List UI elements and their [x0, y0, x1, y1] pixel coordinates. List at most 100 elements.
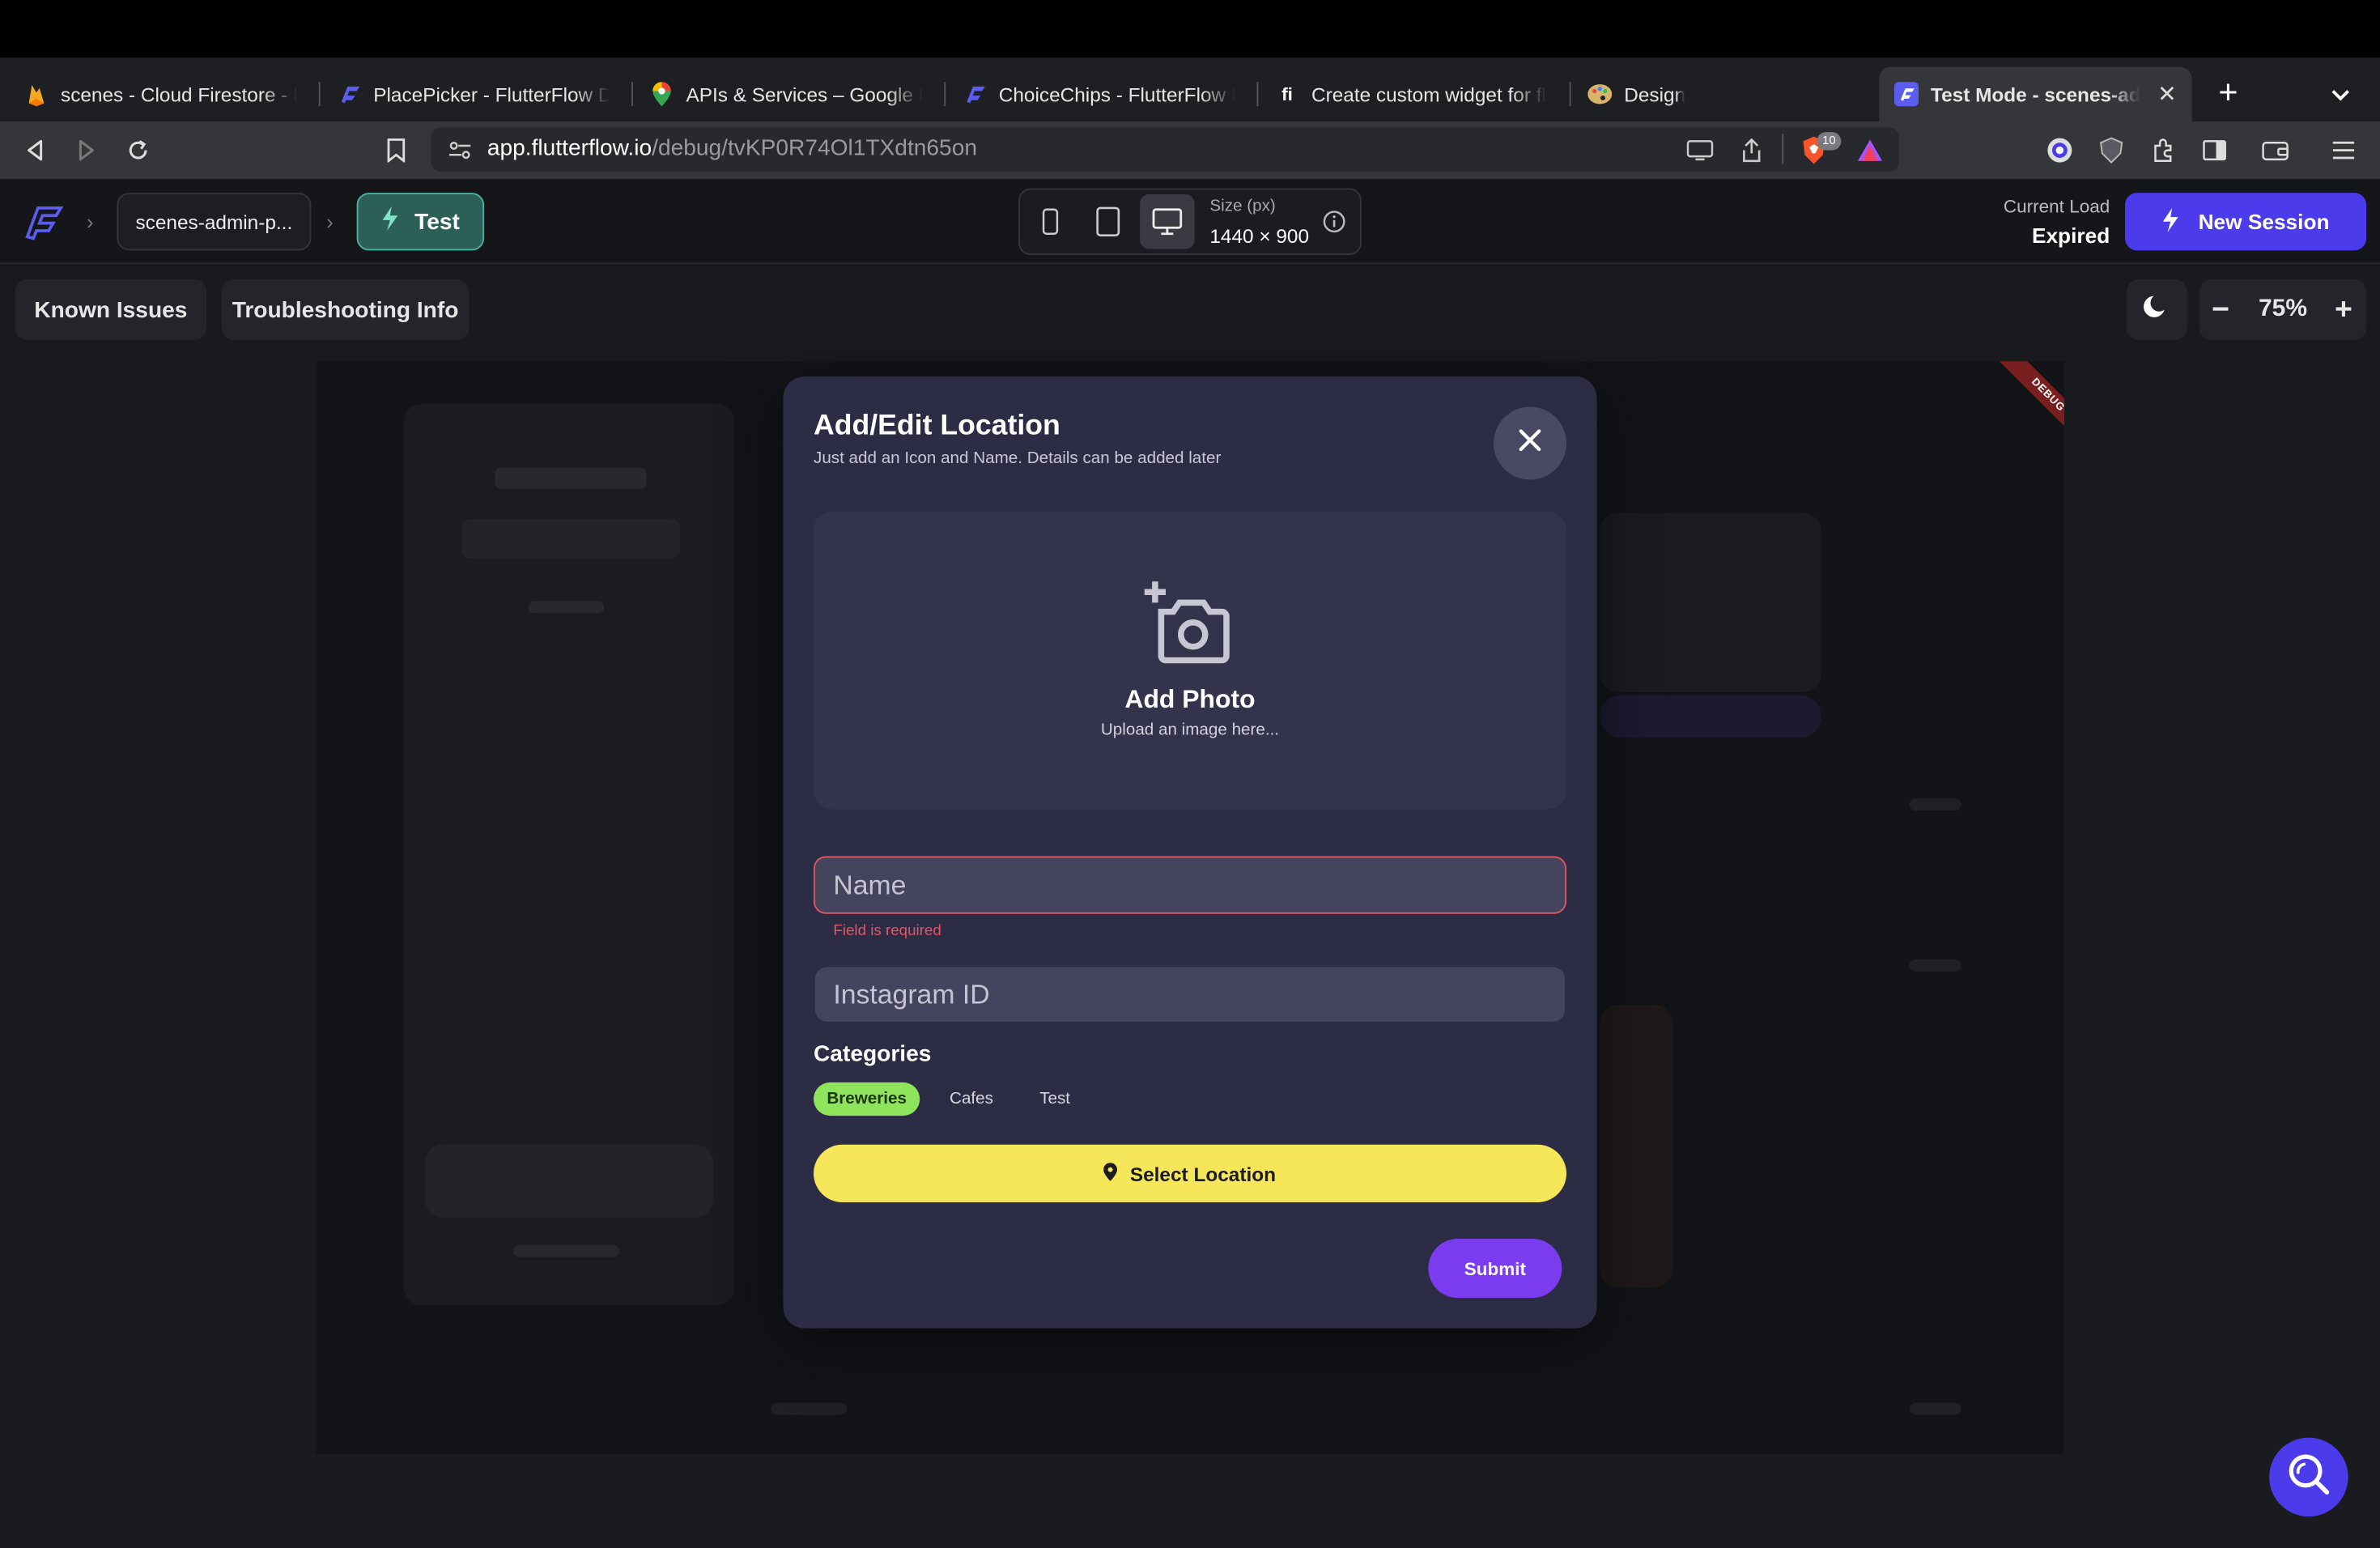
- tab-divider: [318, 82, 321, 107]
- tab-divider: [1569, 82, 1571, 107]
- sidebar-toggle-icon[interactable]: [2198, 134, 2231, 167]
- blurred-logo: [495, 467, 647, 489]
- browser-tab[interactable]: fi Create custom widget for fl: [1260, 67, 1563, 122]
- blurred-card: [1600, 513, 1821, 692]
- current-load-value: Expired: [2031, 223, 2110, 248]
- select-location-button[interactable]: Select Location: [814, 1144, 1566, 1202]
- blurred-nav-item: [528, 601, 605, 614]
- dialog-title: Add/Edit Location: [814, 410, 1060, 442]
- phone-icon[interactable]: [1023, 194, 1078, 249]
- palette-icon: [1587, 82, 1613, 106]
- tab-title: APIs & Services – Google M: [686, 83, 924, 106]
- forward-icon[interactable]: [70, 134, 103, 167]
- close-dialog-button[interactable]: [1494, 406, 1566, 480]
- size-value: 1440 × 900: [1209, 224, 1310, 248]
- chip-cafes[interactable]: Cafes: [935, 1082, 1008, 1116]
- tablet-icon[interactable]: [1081, 194, 1136, 249]
- profile-icon[interactable]: [2043, 134, 2076, 167]
- dark-mode-toggle[interactable]: [2126, 279, 2187, 340]
- chip-breweries[interactable]: Breweries: [814, 1082, 920, 1116]
- blurred-user-card: [425, 1145, 713, 1218]
- zoom-in-button[interactable]: +: [2327, 279, 2360, 340]
- flutterflow-icon: [1894, 82, 1919, 107]
- bookmark-icon[interactable]: [380, 134, 413, 167]
- tab-search-chevron-icon[interactable]: [2326, 79, 2357, 110]
- url-text[interactable]: app.flutterflow.io/debug/tvKP0R74Ol1TXdt…: [487, 135, 977, 161]
- browser-tab-active[interactable]: Test Mode - scenes-ad ✕: [1879, 66, 2192, 121]
- location-pin-icon: [1103, 1162, 1118, 1184]
- blurred-text: [771, 1402, 848, 1415]
- tab-divider: [944, 82, 946, 107]
- chevron-right-icon: ›: [86, 209, 94, 234]
- menu-icon[interactable]: [2327, 134, 2360, 167]
- select-location-label: Select Location: [1129, 1162, 1276, 1185]
- flutterflow-logo-icon[interactable]: [21, 201, 64, 244]
- size-label: Size (px): [1209, 197, 1276, 216]
- zoom-level: 75%: [2258, 296, 2308, 322]
- blurred-text: [1909, 1402, 1961, 1415]
- desktop-icon[interactable]: [1140, 194, 1195, 249]
- tab-title: Test Mode - scenes-ad: [1931, 83, 2141, 106]
- chip-test[interactable]: Test: [1023, 1082, 1087, 1116]
- name-field[interactable]: [814, 856, 1566, 914]
- categories-title: Categories: [814, 1041, 932, 1068]
- site-settings-icon[interactable]: [444, 134, 477, 167]
- shields-count-badge: 10: [1817, 132, 1842, 151]
- add-photo-subtitle: Upload an image here...: [1100, 721, 1280, 740]
- vpn-shield-icon[interactable]: [2095, 134, 2128, 167]
- browser-tab[interactable]: ChoiceChips - FlutterFlow D: [947, 67, 1251, 122]
- flutterflow-icon: [963, 82, 987, 106]
- reload-icon[interactable]: [121, 134, 155, 167]
- help-search-button[interactable]: [2269, 1437, 2348, 1517]
- debug-banner: DEBUG: [1986, 361, 2064, 440]
- info-icon[interactable]: [1322, 210, 1346, 234]
- url-host: app.flutterflow.io: [487, 134, 652, 161]
- submit-button[interactable]: Submit: [1428, 1239, 1562, 1299]
- tab-title: Create custom widget for fl: [1311, 83, 1546, 106]
- bolt-icon: [2162, 206, 2181, 237]
- blurred-button: [1600, 695, 1821, 738]
- moon-icon: [2144, 293, 2171, 326]
- debug-label: DEBUG: [1992, 361, 2064, 440]
- tab-divider: [631, 82, 633, 107]
- browser-tab[interactable]: PlacePicker - FlutterFlow D: [322, 67, 626, 122]
- add-photo-icon: [1143, 581, 1235, 664]
- new-session-button[interactable]: New Session: [2125, 193, 2367, 251]
- cast-icon[interactable]: [1683, 134, 1716, 167]
- chevron-right-icon: ›: [326, 209, 334, 234]
- flutterflow-icon: [337, 82, 361, 106]
- blurred-image: [1600, 1005, 1673, 1287]
- extensions-icon[interactable]: [2146, 134, 2179, 167]
- search-icon: [2286, 1451, 2331, 1504]
- google-maps-icon: [650, 82, 674, 107]
- blurred-text: [1909, 959, 1961, 972]
- close-tab-icon[interactable]: ✕: [2157, 80, 2177, 108]
- browser-tab[interactable]: APIs & Services – Google M: [635, 67, 938, 122]
- fi-icon: fi: [1281, 83, 1293, 105]
- browser-tab[interactable]: scenes - Cloud Firestore - D: [9, 67, 312, 122]
- share-icon[interactable]: [1735, 134, 1768, 167]
- divider: [1782, 134, 1784, 164]
- back-icon[interactable]: [19, 134, 52, 167]
- new-session-label: New Session: [2198, 209, 2330, 234]
- project-selector[interactable]: scenes-admin-p...: [117, 193, 312, 251]
- blurred-nav-item: [461, 519, 680, 559]
- zoom-out-button[interactable]: −: [2204, 279, 2238, 340]
- troubleshooting-info-button[interactable]: Troubleshooting Info: [221, 279, 470, 340]
- bolt-icon: [381, 206, 400, 237]
- tab-title: scenes - Cloud Firestore - D: [61, 83, 298, 106]
- os-menu-bar: [0, 0, 2380, 58]
- known-issues-button[interactable]: Known Issues: [15, 279, 206, 340]
- browser-tab[interactable]: Design: [1573, 67, 1876, 122]
- wallet-icon[interactable]: [2259, 134, 2292, 167]
- brave-rewards-icon[interactable]: [1853, 134, 1886, 167]
- browser-tab-strip: scenes - Cloud Firestore - D PlacePicker…: [0, 57, 2380, 121]
- name-error-text: Field is required: [833, 923, 941, 940]
- test-mode-button[interactable]: Test: [356, 193, 485, 251]
- close-icon: [1518, 427, 1542, 459]
- current-load-label: Current Load: [2003, 195, 2110, 218]
- instagram-id-field[interactable]: [814, 967, 1566, 1022]
- tab-title: PlacePicker - FlutterFlow D: [373, 83, 610, 106]
- tab-divider: [1256, 82, 1259, 107]
- new-tab-button[interactable]: +: [2210, 75, 2246, 113]
